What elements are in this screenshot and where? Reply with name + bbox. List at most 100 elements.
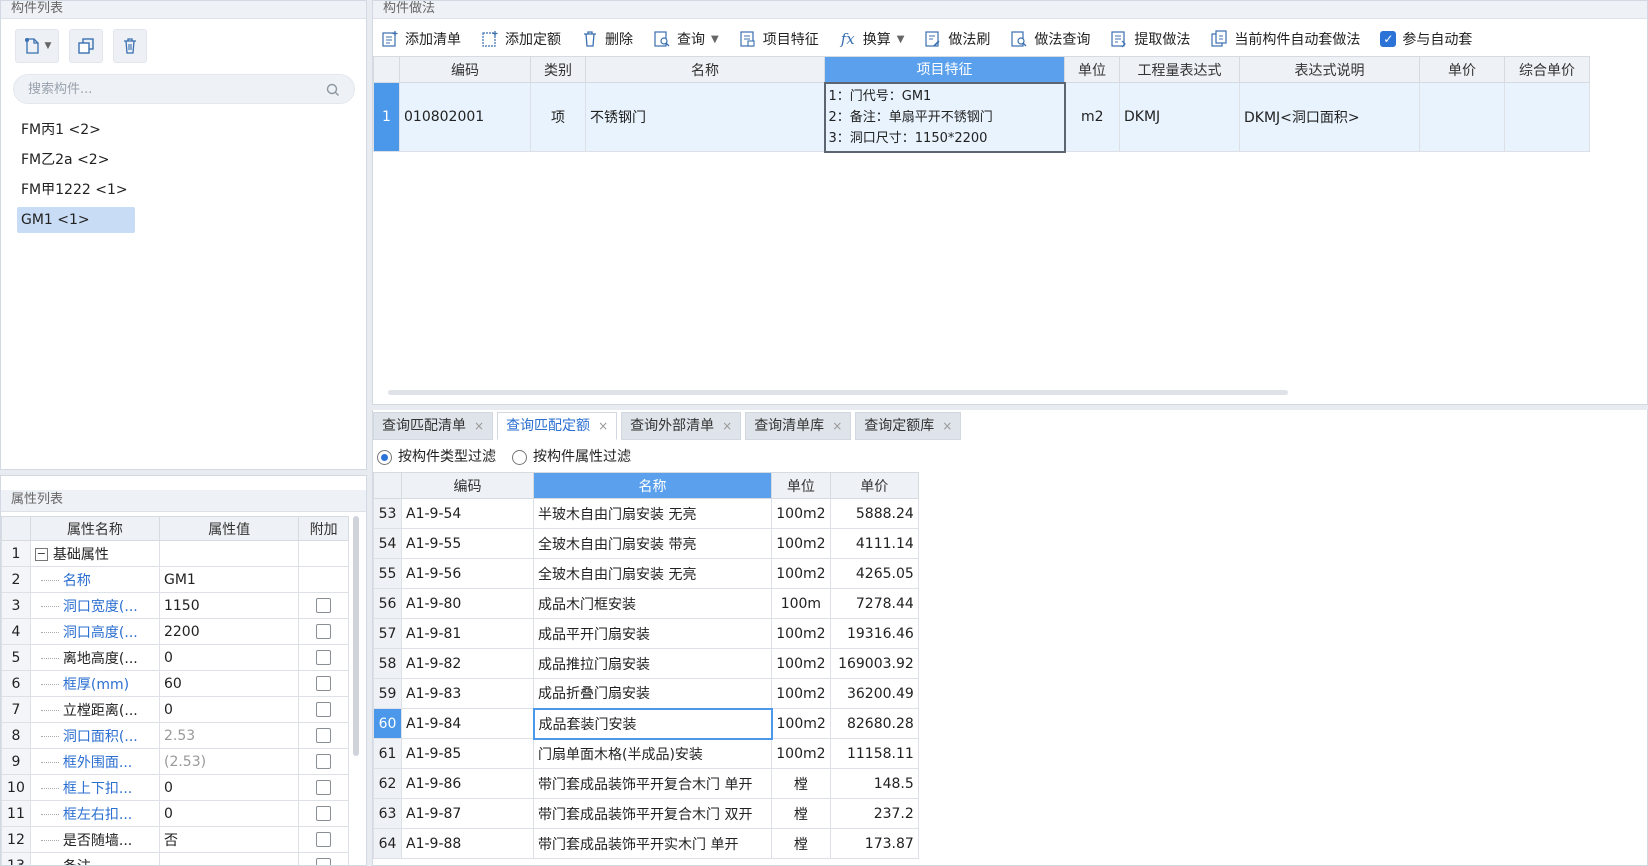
property-extra-cell[interactable] — [298, 800, 349, 827]
unit-cell[interactable]: 100m2 — [771, 738, 831, 769]
property-extra-cell[interactable] — [298, 722, 349, 749]
expression-cell[interactable]: DKMJ — [1119, 82, 1240, 152]
chevron-down-icon[interactable]: ▼ — [897, 34, 905, 45]
convert-button[interactable]: fx 换算 ▼ — [839, 29, 905, 49]
property-extra-cell[interactable] — [298, 566, 349, 593]
property-value-cell[interactable]: 0 — [158, 774, 300, 801]
table-row[interactable]: 8 洞口面积(... 2.53 — [1, 722, 349, 749]
query-button[interactable]: 查询 ▼ — [653, 29, 719, 49]
copy-component-button[interactable] — [69, 29, 103, 63]
table-row[interactable]: 62 A1-9-86 带门套成品装饰平开复合木门 单开樘 148.5 — [373, 768, 919, 799]
row-number[interactable]: 63 — [373, 798, 402, 829]
table-row[interactable]: 13 备注 — [1, 852, 349, 865]
property-name-cell[interactable]: 立樘距离(... — [29, 696, 160, 723]
close-icon[interactable]: × — [722, 419, 732, 433]
row-number[interactable]: 53 — [373, 498, 402, 529]
property-scrollbar[interactable] — [353, 516, 359, 756]
row-number[interactable]: 59 — [373, 678, 402, 709]
unit-cell[interactable]: 100m2 — [771, 678, 831, 709]
row-number[interactable]: 54 — [373, 528, 402, 559]
checkbox[interactable] — [316, 702, 332, 717]
add-list-button[interactable]: 添加清单 — [381, 29, 461, 49]
row-number[interactable]: 64 — [373, 828, 402, 859]
property-value-cell[interactable]: 0 — [158, 696, 300, 723]
checkbox[interactable] — [316, 650, 332, 665]
property-value-cell[interactable]: 60 — [158, 670, 300, 697]
property-name-cell[interactable]: 备注 — [29, 852, 160, 865]
auto-apply-button[interactable]: 当前构件自动套做法 — [1210, 29, 1360, 49]
code-cell[interactable]: A1-9-56 — [401, 558, 534, 589]
code-cell[interactable]: A1-9-85 — [401, 738, 534, 769]
table-row[interactable]: 11 框左右扣... 0 — [1, 800, 349, 827]
price-cell[interactable]: 4111.14 — [829, 528, 919, 559]
table-row[interactable]: 59 A1-9-83 成品折叠门扇安装 100m2 36200.49 — [373, 678, 919, 709]
checkbox-checked-icon[interactable]: ✓ — [1380, 31, 1397, 47]
table-row[interactable]: 64 A1-9-88 带门套成品装饰平开实木门 单开樘 173.87 — [373, 828, 919, 859]
close-icon[interactable]: × — [474, 419, 484, 433]
property-name-cell[interactable]: 框左右扣... — [29, 800, 160, 827]
property-value-cell[interactable]: 否 — [158, 826, 300, 853]
property-name-cell[interactable]: 洞口宽度(... — [29, 592, 160, 619]
code-cell[interactable]: A1-9-80 — [401, 588, 534, 619]
table-row[interactable]: 60 A1-9-84 成品套装门安装 100m2 82680.28 — [373, 707, 919, 740]
query-tab[interactable]: 查询清单库 × — [745, 412, 852, 440]
search-icon[interactable] — [324, 81, 342, 99]
table-row[interactable]: 5 离地高度(... 0 — [1, 644, 349, 671]
code-cell[interactable]: A1-9-81 — [401, 618, 534, 649]
checkbox[interactable] — [316, 598, 332, 613]
query-tab[interactable]: 查询定额库 × — [855, 412, 962, 440]
unit-cell[interactable]: 樘 — [771, 798, 831, 829]
unit-cell[interactable]: 100m2 — [771, 528, 831, 559]
property-name-cell[interactable]: 是否随墙... — [29, 826, 160, 853]
row-number[interactable]: 58 — [373, 648, 402, 679]
price-cell[interactable] — [1419, 82, 1505, 152]
price-cell[interactable]: 19316.46 — [829, 618, 919, 649]
price-cell[interactable]: 148.5 — [829, 768, 919, 799]
property-name-cell[interactable]: 名称 — [29, 566, 160, 593]
property-extra-cell[interactable] — [298, 852, 349, 865]
name-cell[interactable]: 成品推拉门扇安装 — [533, 648, 772, 679]
code-cell[interactable]: A1-9-55 — [401, 528, 534, 559]
filter-by-attr-radio[interactable]: 按构件属性过滤 — [512, 446, 631, 466]
table-row[interactable]: 61 A1-9-85 门扇单面木格(半成品)安装 100m2 11158.11 — [373, 738, 919, 769]
method-brush-button[interactable]: 做法刷 — [924, 29, 990, 49]
checkbox[interactable] — [316, 858, 332, 865]
checkbox[interactable] — [316, 728, 332, 743]
code-cell[interactable]: A1-9-82 — [401, 648, 534, 679]
code-cell[interactable]: A1-9-83 — [401, 678, 534, 709]
name-cell[interactable]: 带门套成品装饰平开复合木门 单开 — [533, 768, 772, 799]
unit-cell[interactable]: 100m2 — [771, 498, 831, 529]
table-row[interactable]: 4 洞口高度(... 2200 — [1, 618, 349, 645]
unit-cell[interactable]: 100m2 — [771, 558, 831, 589]
code-cell[interactable]: A1-9-84 — [401, 708, 534, 739]
table-row[interactable]: 55 A1-9-56 全玻木自由门扇安装 无亮 100m2 4265.05 — [373, 558, 919, 589]
filter-by-type-radio[interactable]: 按构件类型过滤 — [377, 446, 496, 466]
price-cell[interactable]: 4265.05 — [829, 558, 919, 589]
property-name-cell[interactable]: 框外围面... — [29, 748, 160, 775]
checkbox[interactable] — [316, 780, 332, 795]
table-row[interactable]: 63 A1-9-87 带门套成品装饰平开复合木门 双开樘 237.2 — [373, 798, 919, 829]
close-icon[interactable]: × — [942, 419, 952, 433]
name-cell[interactable]: 门扇单面木格(半成品)安装 — [533, 738, 772, 769]
item-feature-header[interactable]: 项目特征 — [824, 56, 1065, 83]
item-feature-button[interactable]: 项目特征 — [739, 29, 819, 49]
row-number[interactable]: 56 — [373, 588, 402, 619]
name-cell[interactable]: 不锈钢门 — [585, 82, 825, 152]
property-value-cell[interactable]: 1150 — [158, 592, 300, 619]
property-extra-cell[interactable] — [298, 748, 349, 775]
row-number[interactable]: 1 — [373, 82, 400, 152]
price-cell[interactable]: 169003.92 — [829, 648, 919, 679]
name-cell[interactable]: 成品折叠门扇安装 — [533, 678, 772, 709]
chevron-down-icon[interactable]: ▼ — [45, 41, 52, 51]
table-row[interactable]: 12 是否随墙... 否 — [1, 826, 349, 853]
participate-auto-checkbox[interactable]: ✓ 参与自动套 — [1380, 29, 1472, 49]
checkbox[interactable] — [316, 806, 332, 821]
item-feature-cell[interactable]: 1：门代号：GM1 2：备注：单扇平开不锈钢门 3：洞口尺寸：1150*2200 — [823, 81, 1066, 153]
row-number[interactable]: 60 — [373, 708, 402, 739]
delete-component-button[interactable] — [113, 29, 147, 63]
price-cell[interactable]: 5888.24 — [829, 498, 919, 529]
name-cell[interactable]: 全玻木自由门扇安装 带亮 — [533, 528, 772, 559]
name-cell[interactable]: 半玻木自由门扇安装 无亮 — [533, 498, 772, 529]
price-cell[interactable]: 173.87 — [829, 828, 919, 859]
property-extra-cell[interactable] — [298, 670, 349, 697]
